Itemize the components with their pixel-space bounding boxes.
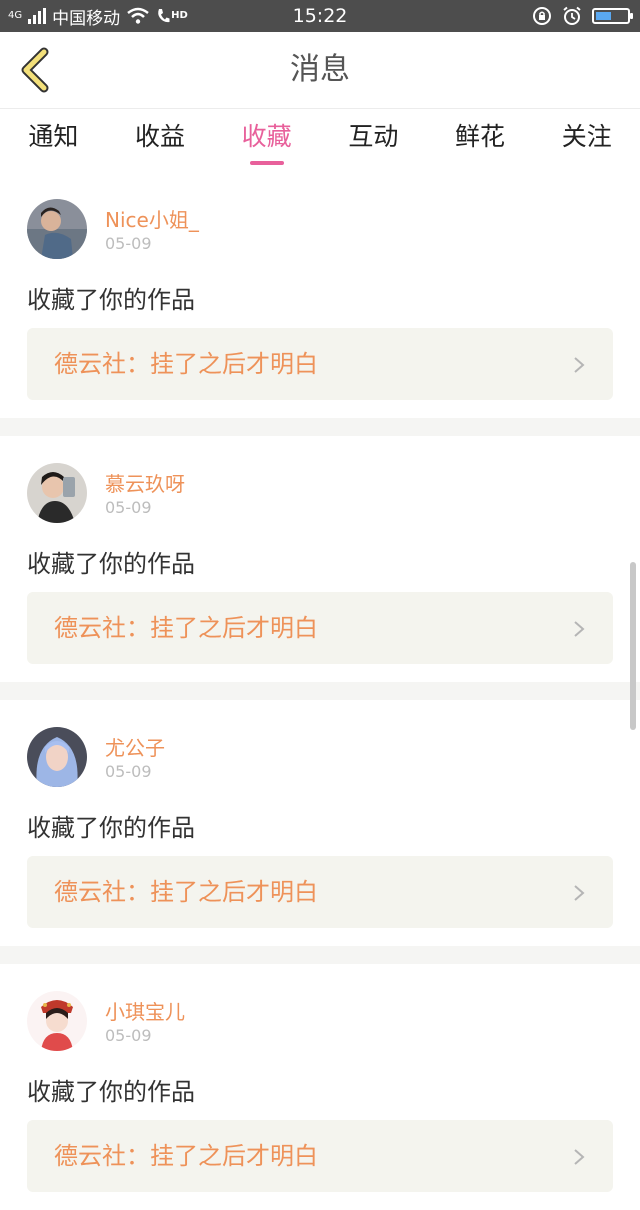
chevron-right-icon [574,885,585,901]
avatar[interactable] [27,463,87,523]
work-title: 德云社：挂了之后才明白 [54,614,318,642]
tab-label: 通知 [28,122,79,151]
tab-active-indicator [249,161,284,165]
tab-bar: 通知 收益 收藏 互动 鲜花 关注 [0,109,640,169]
action-text: 收藏了你的作品 [27,286,195,314]
item-date: 05-09 [105,498,152,517]
tab-label: 鲜花 [455,122,506,151]
header: 消息 [0,32,640,109]
status-bar: 4G 中国移动 HD 15:22 [0,0,640,32]
username[interactable]: Nice小姐_ [105,204,199,233]
battery-icon [592,8,633,24]
list-item: Nice小姐_ 05-09 收藏了你的作品 德云社：挂了之后才明白 [0,172,640,418]
page-title: 消息 [290,52,350,87]
divider [0,946,640,964]
list-item: 小琪宝儿 05-09 收藏了你的作品 德云社：挂了之后才明白 [0,964,640,1210]
divider [0,418,640,436]
divider [0,682,640,700]
work-link[interactable]: 德云社：挂了之后才明白 [27,328,613,400]
action-text: 收藏了你的作品 [27,550,195,578]
work-link[interactable]: 德云社：挂了之后才明白 [27,592,613,664]
status-bar-right [532,0,633,32]
avatar[interactable] [27,199,87,259]
item-date: 05-09 [105,234,152,253]
tab-follows[interactable]: 关注 [533,109,640,169]
tab-label: 关注 [561,122,612,151]
action-text: 收藏了你的作品 [27,1078,195,1106]
tab-notifications[interactable]: 通知 [0,109,107,169]
alarm-icon [563,6,581,25]
username[interactable]: 小琪宝儿 [105,996,185,1025]
tab-label: 收藏 [241,122,292,151]
list-item: 尤公子 05-09 收藏了你的作品 德云社：挂了之后才明白 [0,700,640,946]
tab-favorites[interactable]: 收藏 [213,109,320,169]
work-link[interactable]: 德云社：挂了之后才明白 [27,1120,613,1192]
message-list: Nice小姐_ 05-09 收藏了你的作品 德云社：挂了之后才明白 慕云玖呀 0… [0,172,640,1210]
tab-label: 收益 [135,122,186,151]
scrollbar[interactable] [630,562,636,730]
avatar[interactable] [27,727,87,787]
tab-label: 互动 [348,122,399,151]
item-date: 05-09 [105,762,152,781]
work-title: 德云社：挂了之后才明白 [54,350,318,378]
rotation-lock-icon [533,7,551,25]
chevron-right-icon [574,1149,585,1165]
chevron-right-icon [574,357,585,373]
action-text: 收藏了你的作品 [27,814,195,842]
item-date: 05-09 [105,1026,152,1045]
work-title: 德云社：挂了之后才明白 [54,878,318,906]
list-item: 慕云玖呀 05-09 收藏了你的作品 德云社：挂了之后才明白 [0,436,640,682]
tab-flowers[interactable]: 鲜花 [427,109,534,169]
username[interactable]: 慕云玖呀 [105,468,185,497]
tab-earnings[interactable]: 收益 [107,109,214,169]
chevron-right-icon [574,621,585,637]
username[interactable]: 尤公子 [105,732,165,761]
work-link[interactable]: 德云社：挂了之后才明白 [27,856,613,928]
work-title: 德云社：挂了之后才明白 [54,1142,318,1170]
avatar[interactable] [27,991,87,1051]
tab-interactions[interactable]: 互动 [320,109,427,169]
